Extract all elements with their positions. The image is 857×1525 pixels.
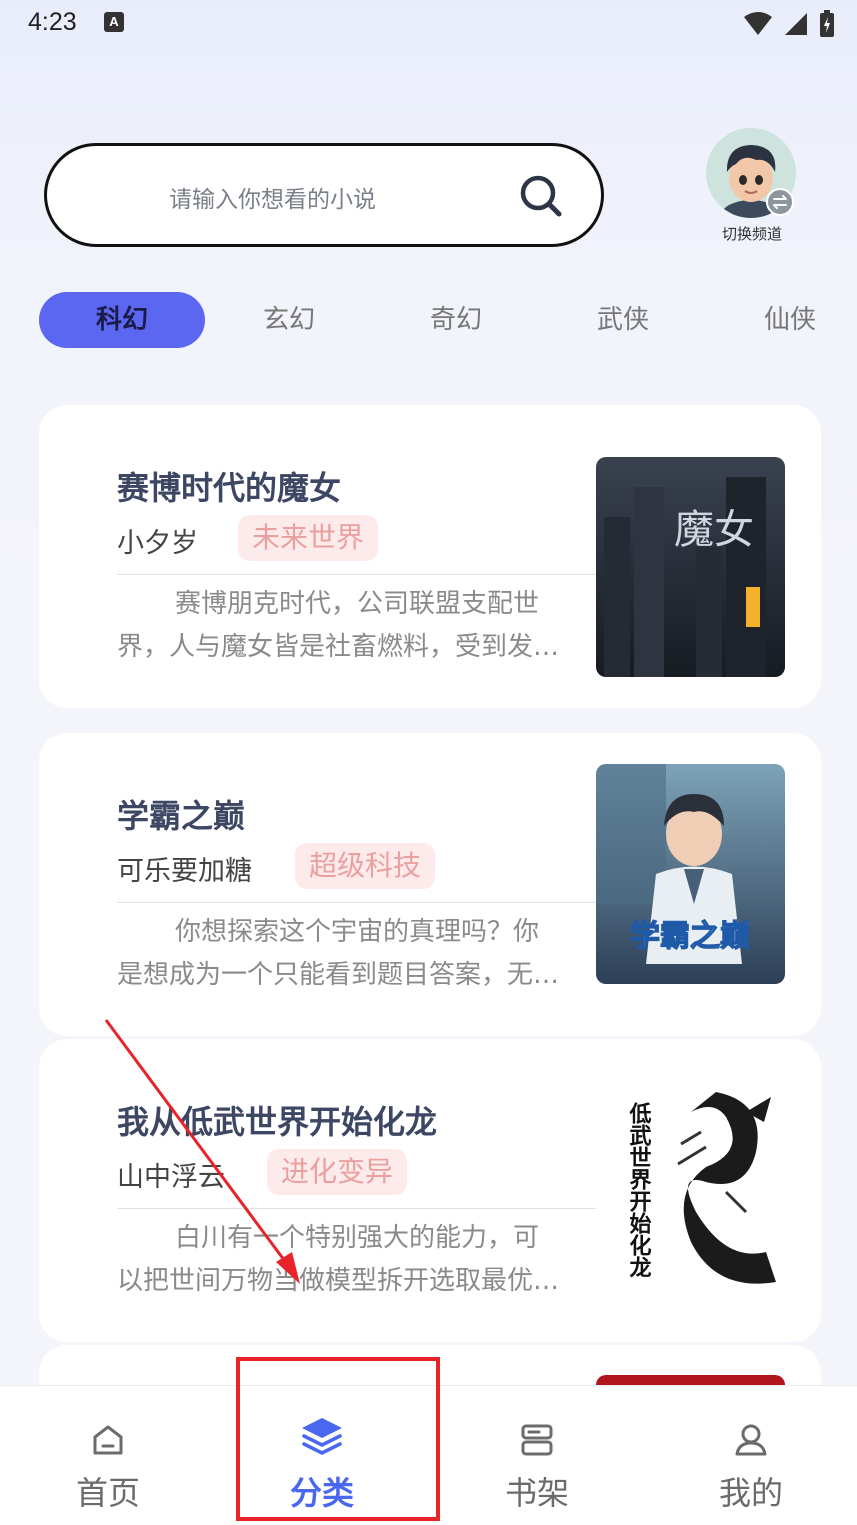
status-icons [743,10,835,38]
cover-title: 低武世界开始化龙 [626,1102,653,1278]
tab-fantasy[interactable]: 奇幻 [373,292,539,348]
book-card[interactable]: 赛博时代的魔女 小夕岁 未来世界 赛博朋克时代，公司联盟支配世 界，人与魔女皆是… [39,405,821,708]
nav-home-label: 首页 [75,1474,140,1512]
book-title[interactable]: 学霸之巅 [117,791,245,837]
book-description: 白川有一个特别强大的能力，可 以把世间万物当做模型拆开选取最优… [117,1217,595,1305]
tab-scifi[interactable]: 科幻 [39,292,205,348]
book-card[interactable]: 学霸之巅 可乐要加糖 超级科技 你想探索这个宇宙的真理吗？你 是想成为一个只能看… [39,733,821,1036]
book-tag[interactable]: 进化变异 [267,1149,408,1195]
nav-bookshelf-label: 书架 [504,1474,569,1512]
status-bar: 4:23 A [0,0,857,48]
search-input[interactable]: 请输入你想看的小说 [169,180,376,214]
book-cover[interactable]: 学霸之巅 [596,764,785,984]
book-cover[interactable]: 魔女 [596,457,785,677]
book-description: 赛博朋克时代，公司联盟支配世 界，人与魔女皆是社畜燃料，受到发… [117,583,595,671]
book-tag[interactable]: 未来世界 [238,515,379,561]
book-cover[interactable]: 低武世界开始化龙 [596,1072,785,1292]
desc-line: 你想探索这个宇宙的真理吗？你 [175,917,540,947]
tab-wuxia[interactable]: 武侠 [540,292,706,348]
cover-title: 学霸之巅 [630,919,750,954]
desc-line: 是想成为一个只能看到题目答案，无… [117,960,560,990]
search-box[interactable]: 请输入你想看的小说 [44,143,604,247]
cover-title: 魔女 [674,507,754,553]
desc-line: 赛博朋克时代，公司联盟支配世 [175,589,540,619]
signal-icon [785,13,807,35]
user-icon [735,1424,767,1456]
nav-profile-label: 我的 [718,1474,783,1512]
desc-line: 界，人与魔女皆是社畜燃料，受到发… [117,632,560,662]
status-time: 4:23 [28,8,77,36]
battery-icon [820,10,834,37]
book-tag[interactable]: 超级科技 [295,843,436,889]
notification-a-icon: A [104,12,124,32]
nav-profile[interactable]: 我的 [671,1386,831,1525]
book-description: 你想探索这个宇宙的真理吗？你 是想成为一个只能看到题目答案，无… [117,911,595,999]
home-icon [93,1425,123,1455]
tab-xuanhuan[interactable]: 玄幻 [206,292,372,348]
wifi-icon [744,12,772,35]
book-author: 可乐要加糖 [117,856,252,887]
book-title[interactable]: 我从低武世界开始化龙 [117,1097,437,1143]
book-author: 小夕岁 [117,528,198,559]
bookshelf-icon [521,1424,553,1456]
tab-xianxia[interactable]: 仙侠 [707,292,857,348]
divider [117,902,597,903]
book-title[interactable]: 赛博时代的魔女 [117,463,341,509]
divider [117,574,597,575]
nav-home[interactable]: 首页 [28,1386,188,1525]
switch-icon [766,188,794,216]
channel-switch-label: 切换频道 [721,225,782,243]
category-tabs: 科幻 玄幻 奇幻 武侠 仙侠 [0,292,857,350]
annotation-highlight-box [236,1357,440,1521]
desc-line: 白川有一个特别强大的能力，可 [175,1223,540,1253]
book-author: 山中浮云 [117,1162,225,1193]
search-icon[interactable] [517,172,565,220]
divider [117,1208,597,1209]
book-card[interactable]: 我从低武世界开始化龙 山中浮云 进化变异 白川有一个特别强大的能力，可 以把世间… [39,1039,821,1342]
desc-line: 以把世间万物当做模型拆开选取最优… [117,1266,560,1296]
nav-bookshelf[interactable]: 书架 [457,1386,617,1525]
